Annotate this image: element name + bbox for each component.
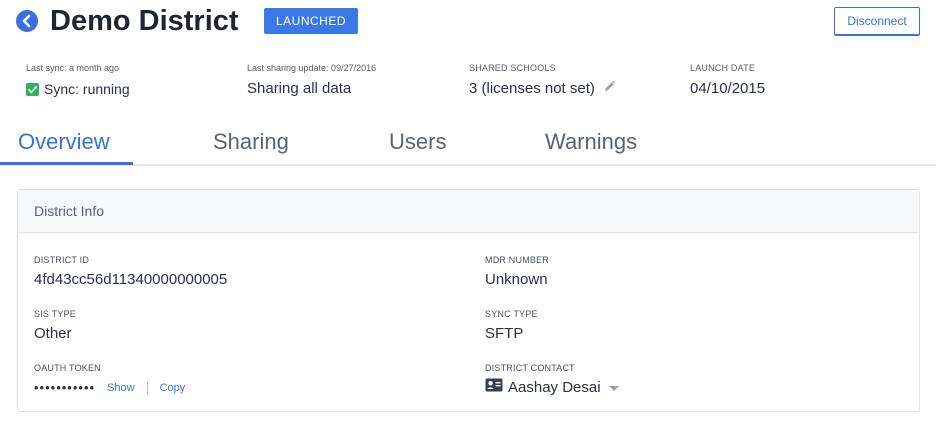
sync-type-value: SFTP <box>485 325 524 342</box>
tab-warnings[interactable]: Warnings <box>545 128 637 156</box>
card-title: District Info <box>18 190 919 233</box>
tab-sharing[interactable]: Sharing <box>213 128 289 156</box>
disconnect-button[interactable]: Disconnect <box>834 7 920 36</box>
meta-last-sync: Last sync: a month ago Sync: running <box>26 62 130 100</box>
tab-overview[interactable]: Overview <box>18 128 110 156</box>
checkbox-checked-icon <box>26 82 39 96</box>
sis-type-value: Other <box>34 325 72 342</box>
sis-type-label: SIS TYPE <box>34 309 76 319</box>
oauth-token-field: OAUTH TOKEN ••••••••••• Show Copy <box>34 362 185 398</box>
page-title: Demo District <box>50 5 239 37</box>
district-id-label: DISTRICT ID <box>34 255 90 265</box>
meta-launch-date: LAUNCH DATE 04/10/2015 <box>690 62 765 100</box>
sync-status: Sync: running <box>26 78 130 100</box>
shared-schools-value-row: 3 (licenses not set) <box>469 78 616 100</box>
sharing-value: Sharing all data <box>247 80 352 97</box>
launch-date-value: 04/10/2015 <box>690 80 766 97</box>
district-contact-label: DISTRICT CONTACT <box>485 363 575 373</box>
mdr-number-field: MDR NUMBER Unknown <box>485 254 549 290</box>
active-tab-indicator <box>0 162 133 165</box>
oauth-token-masked: ••••••••••• <box>34 380 96 395</box>
district-id-value: 4fd43cc56d11340000000005 <box>34 271 228 288</box>
shared-schools-value: 3 (licenses not set) <box>469 80 595 97</box>
page-header: Demo District LAUNCHED Disconnect <box>0 0 950 48</box>
district-contact-row: Aashay Desai <box>485 378 619 398</box>
pencil-icon[interactable] <box>603 78 616 100</box>
meta-sharing: Last sharing update: 09/27/2016 Sharing … <box>247 62 376 100</box>
district-contact-field: DISTRICT CONTACT Aashay Desai <box>485 362 619 398</box>
sync-status-text: Sync: running <box>44 81 130 97</box>
contact-card-icon <box>485 378 503 398</box>
last-sharing-label: Last sharing update: 09/27/2016 <box>247 63 377 73</box>
district-info-card: District Info DISTRICT ID 4fd43cc56d1134… <box>17 189 920 412</box>
show-token-link[interactable]: Show <box>107 378 135 398</box>
mdr-number-label: MDR NUMBER <box>485 255 549 265</box>
mdr-number-value: Unknown <box>485 271 548 288</box>
tab-bar: Overview Sharing Users Warnings <box>0 124 936 166</box>
tab-users[interactable]: Users <box>389 128 446 156</box>
copy-token-link[interactable]: Copy <box>160 378 186 398</box>
shared-schools-label: SHARED SCHOOLS <box>469 63 556 73</box>
oauth-token-label: OAUTH TOKEN <box>34 363 101 373</box>
oauth-token-row: ••••••••••• Show Copy <box>34 378 185 398</box>
meta-shared-schools: SHARED SCHOOLS 3 (licenses not set) <box>469 62 616 100</box>
back-icon[interactable] <box>16 10 38 32</box>
launch-date-label: LAUNCH DATE <box>690 63 756 73</box>
district-id-field: DISTRICT ID 4fd43cc56d11340000000005 <box>34 254 227 290</box>
link-separator <box>146 381 148 395</box>
sync-type-field: SYNC TYPE SFTP <box>485 308 538 344</box>
last-sync-label: Last sync: a month ago <box>26 63 120 73</box>
status-badge: LAUNCHED <box>264 8 359 34</box>
district-contact-value: Aashay Desai <box>508 379 601 396</box>
sis-type-field: SIS TYPE Other <box>34 308 76 344</box>
sync-type-label: SYNC TYPE <box>485 309 538 319</box>
caret-down-icon[interactable] <box>608 385 619 391</box>
